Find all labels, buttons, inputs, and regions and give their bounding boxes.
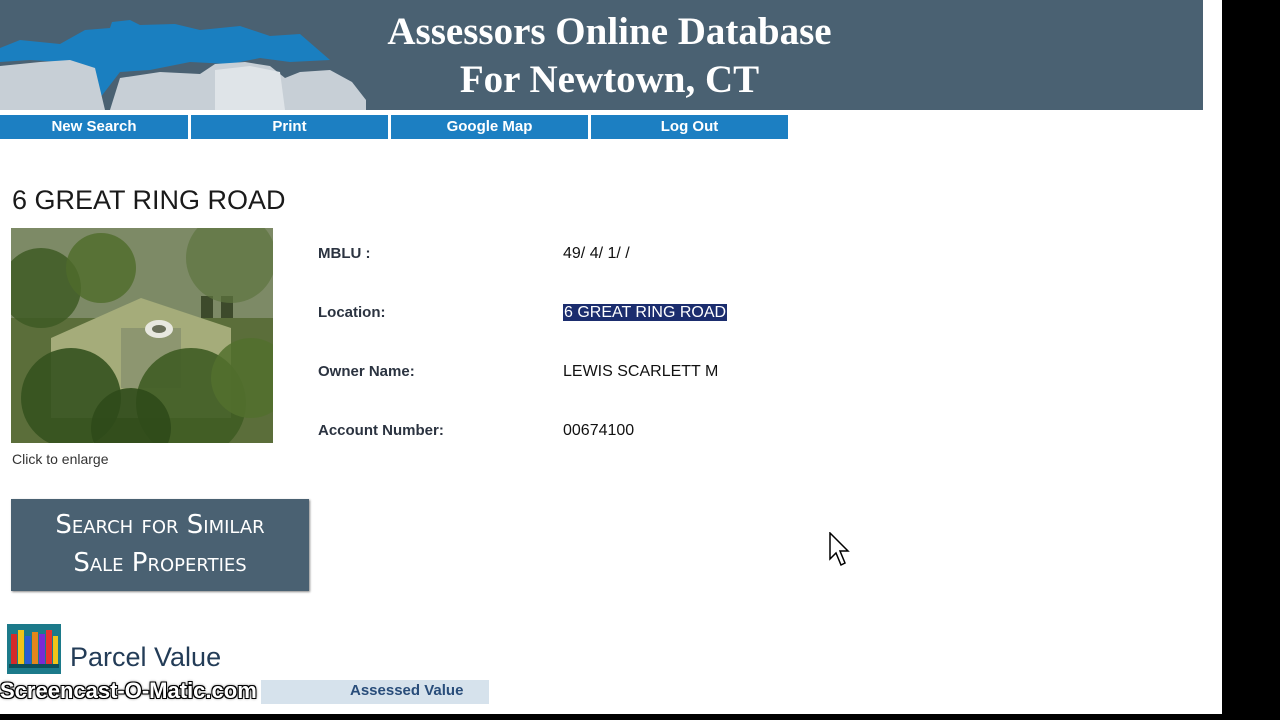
property-address-heading: 6 GREAT RING ROAD	[12, 185, 286, 215]
account-number-value: 00674100	[563, 422, 635, 439]
screencast-watermark: Screencast-O-Matic.com	[0, 676, 261, 706]
mouse-cursor-icon	[829, 532, 850, 567]
mblu-label: MBLU :	[318, 245, 371, 262]
assessed-value-column-header: Assessed Value	[350, 682, 464, 699]
books-icon	[7, 624, 61, 674]
location-label: Location:	[318, 304, 386, 321]
google-map-button[interactable]: Google Map	[391, 115, 588, 139]
similar-button-line1: Search for Similar	[55, 510, 265, 540]
parcel-value-heading: Parcel Value	[70, 642, 222, 672]
owner-name-value: LEWIS SCARLETT M	[563, 363, 719, 380]
house-photo-image	[11, 228, 273, 443]
site-title-line2: For Newtown, CT	[459, 58, 760, 101]
owner-name-label: Owner Name:	[318, 363, 415, 380]
site-title-line1: Assessors Online Database	[387, 10, 832, 53]
account-number-label: Account Number:	[318, 422, 444, 439]
photo-enlarge-caption[interactable]: Click to enlarge	[12, 451, 109, 467]
mblu-value: 49/ 4/ 1/ /	[563, 245, 630, 262]
log-out-button[interactable]: Log Out	[591, 115, 788, 139]
property-photo[interactable]	[11, 228, 273, 443]
selected-location-text: 6 GREAT RING ROAD	[563, 304, 728, 321]
print-button[interactable]: Print	[191, 115, 388, 139]
search-similar-sales-button[interactable]: Search for Similar Sale Properties	[11, 499, 309, 591]
town-skyline-logo	[0, 20, 366, 110]
location-value: 6 GREAT RING ROAD	[563, 304, 728, 322]
similar-button-line2: Sale Properties	[73, 548, 247, 578]
assessor-page: Assessors Online Database For Newtown, C…	[0, 0, 1222, 714]
new-search-button[interactable]: New Search	[0, 115, 188, 139]
site-header: Assessors Online Database For Newtown, C…	[0, 0, 1203, 110]
